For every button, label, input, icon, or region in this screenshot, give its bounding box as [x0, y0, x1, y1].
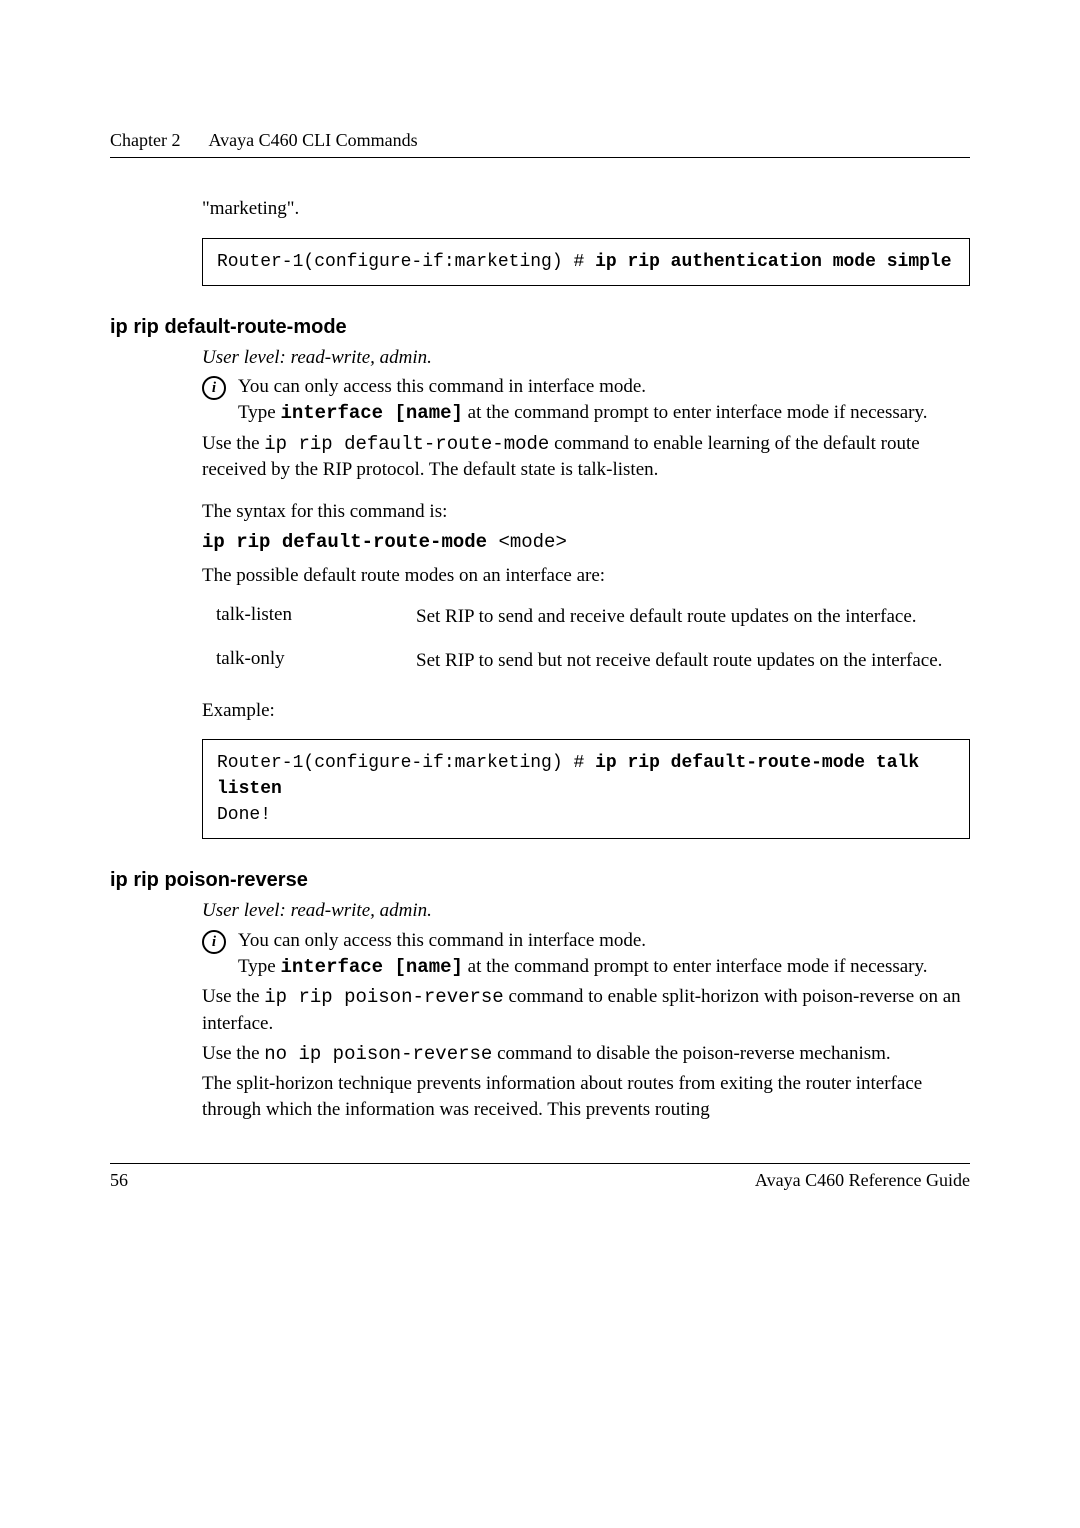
note2-line2b: at the command prompt to enter interface…	[463, 956, 928, 977]
code2-result: Done!	[217, 805, 271, 825]
s2p2b: command to disable the poison-reverse me…	[492, 1043, 890, 1064]
info-note-2: i You can only access this command in in…	[202, 928, 970, 980]
header-rule	[110, 157, 970, 158]
section2-para2: Use the no ip poison-reverse command to …	[202, 1041, 970, 1068]
note1-line2a: Type	[238, 402, 280, 423]
footer-rule	[110, 1163, 970, 1164]
user-level-2: User level: read-write, admin.	[202, 898, 970, 924]
note1-line2b: at the command prompt to enter interface…	[463, 402, 928, 423]
code-prefix: Router-1(configure-if:marketing) #	[217, 252, 595, 272]
mode-desc-1: Set RIP to send and receive default rout…	[416, 604, 970, 630]
s2p2a: Use the	[202, 1043, 264, 1064]
info-note-1: i You can only access this command in in…	[202, 374, 970, 426]
page-footer: 56 Avaya C460 Reference Guide	[110, 1170, 970, 1191]
syntax-cmd: ip rip default-route-mode	[202, 531, 498, 553]
s2p2cmd: no ip poison-reverse	[264, 1043, 492, 1065]
page-header: Chapter 2 Avaya C460 CLI Commands	[110, 130, 970, 151]
modes-intro: The possible default route modes on an i…	[202, 563, 970, 589]
header-title: Avaya C460 CLI Commands	[208, 130, 417, 151]
info-icon: i	[202, 376, 226, 400]
code-cmd: ip rip authentication mode simple	[595, 252, 951, 272]
mode-key-1: talk-listen	[216, 604, 416, 630]
note2-cmd: interface [name]	[280, 956, 462, 978]
note1-cmd: interface [name]	[280, 402, 462, 424]
code-example-2: Router-1(configure-if:marketing) # ip ri…	[202, 739, 970, 839]
p1a: Use the	[202, 433, 264, 454]
s2p1cmd: ip rip poison-reverse	[264, 986, 503, 1008]
page-number: 56	[110, 1170, 128, 1191]
syntax-arg: <mode>	[498, 531, 566, 553]
footer-doc-title: Avaya C460 Reference Guide	[755, 1170, 970, 1191]
section-heading-default-route: ip rip default-route-mode	[110, 316, 970, 339]
code2-prefix: Router-1(configure-if:marketing) #	[217, 753, 595, 773]
section2-para1: Use the ip rip poison-reverse command to…	[202, 984, 970, 1036]
mode-key-2: talk-only	[216, 648, 416, 674]
s2p1a: Use the	[202, 986, 264, 1007]
section2-para3: The split-horizon technique prevents inf…	[202, 1071, 970, 1122]
user-level-1: User level: read-write, admin.	[202, 345, 970, 371]
syntax-line: ip rip default-route-mode <mode>	[202, 531, 970, 553]
note2-line1: You can only access this command in inte…	[238, 930, 646, 951]
header-chapter: Chapter 2	[110, 130, 180, 151]
syntax-intro: The syntax for this command is:	[202, 499, 970, 525]
code-example-1: Router-1(configure-if:marketing) # ip ri…	[202, 238, 970, 286]
table-row: talk-listen Set RIP to send and receive …	[216, 604, 970, 630]
example-label-1: Example:	[202, 698, 970, 724]
note2-line2a: Type	[238, 956, 280, 977]
info-icon: i	[202, 930, 226, 954]
table-row: talk-only Set RIP to send but not receiv…	[216, 648, 970, 674]
note1-line1: You can only access this command in inte…	[238, 376, 646, 397]
p1cmd: ip rip default-route-mode	[264, 433, 549, 455]
section1-para1: Use the ip rip default-route-mode comman…	[202, 431, 970, 483]
continuation-text: "marketing".	[202, 196, 970, 222]
info-note-body: You can only access this command in inte…	[238, 374, 970, 426]
info-note-body-2: You can only access this command in inte…	[238, 928, 970, 980]
mode-desc-2: Set RIP to send but not receive default …	[416, 648, 970, 674]
mode-table: talk-listen Set RIP to send and receive …	[216, 604, 970, 673]
section-heading-poison-reverse: ip rip poison-reverse	[110, 869, 970, 892]
